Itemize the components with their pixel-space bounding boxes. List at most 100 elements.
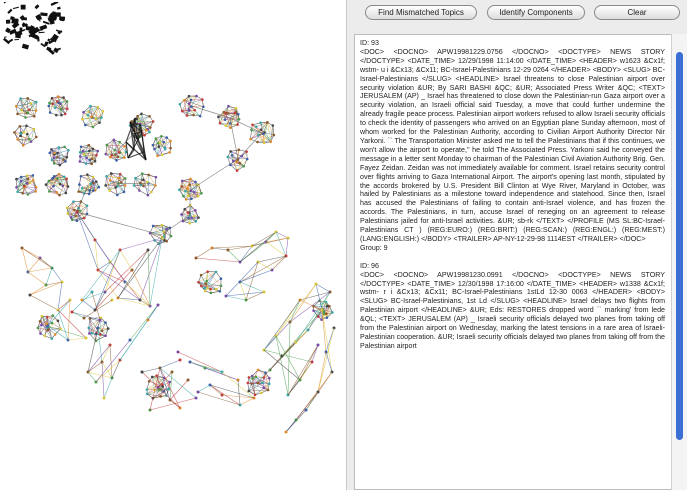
graph-node[interactable] xyxy=(123,144,127,148)
graph-node[interactable] xyxy=(254,375,258,379)
graph-node[interactable] xyxy=(77,190,80,193)
graph-node[interactable] xyxy=(194,220,198,223)
graph-node[interactable] xyxy=(106,327,110,330)
graph-node[interactable] xyxy=(20,108,23,112)
graph-node[interactable] xyxy=(34,100,38,104)
graph-node[interactable] xyxy=(108,189,111,192)
text-scrollbar[interactable] xyxy=(671,34,687,490)
graph-node[interactable] xyxy=(267,382,271,386)
graph-node[interactable] xyxy=(154,184,157,187)
graph-node[interactable] xyxy=(189,98,193,102)
graph-node[interactable] xyxy=(203,286,207,290)
graph-node[interactable] xyxy=(88,149,91,153)
graph-node[interactable] xyxy=(165,136,169,139)
graph-node[interactable] xyxy=(163,147,167,151)
graph-node[interactable] xyxy=(67,148,70,152)
graph-node[interactable] xyxy=(102,396,106,400)
graph-node[interactable] xyxy=(160,153,164,157)
identify-components-button[interactable]: Identify Components xyxy=(487,5,585,20)
graph-node[interactable] xyxy=(249,137,252,141)
graph-node[interactable] xyxy=(104,334,107,338)
graph-node[interactable] xyxy=(19,175,23,179)
graph-node[interactable] xyxy=(123,156,126,159)
graph-node[interactable] xyxy=(56,155,59,159)
graph-node[interactable] xyxy=(219,277,223,281)
graph-node[interactable] xyxy=(51,176,55,180)
graph-node[interactable] xyxy=(148,130,151,134)
graph-node[interactable] xyxy=(155,374,158,377)
graph-node[interactable] xyxy=(72,200,75,204)
graph-node[interactable] xyxy=(79,145,83,149)
graph-node[interactable] xyxy=(180,185,184,188)
graph-node[interactable] xyxy=(26,132,29,136)
graph-node[interactable] xyxy=(16,112,19,116)
graph-node[interactable] xyxy=(59,102,62,105)
graph-node[interactable] xyxy=(118,140,122,144)
topic-graph[interactable] xyxy=(0,0,346,490)
graph-node[interactable] xyxy=(50,337,54,340)
graph-node[interactable] xyxy=(156,154,159,158)
graph-node[interactable] xyxy=(18,124,22,128)
clear-button[interactable]: Clear xyxy=(594,5,680,20)
graph-node[interactable] xyxy=(256,140,259,144)
graph-node[interactable] xyxy=(55,113,58,117)
graph-node[interactable] xyxy=(27,108,31,112)
graph-node[interactable] xyxy=(226,111,229,115)
graph-node[interactable] xyxy=(26,97,30,100)
graph-node[interactable] xyxy=(254,125,258,129)
graph-node[interactable] xyxy=(219,284,223,288)
graph-node[interactable] xyxy=(82,153,86,156)
graph-node[interactable] xyxy=(89,182,92,185)
graph-node[interactable] xyxy=(250,382,253,385)
graph-node[interactable] xyxy=(50,96,54,100)
graph-node[interactable] xyxy=(45,315,49,319)
graph-node[interactable] xyxy=(247,389,251,393)
graph-node[interactable] xyxy=(16,138,19,141)
graph-node[interactable] xyxy=(50,158,54,162)
graph-node[interactable] xyxy=(203,289,207,293)
graph-node[interactable] xyxy=(53,333,57,336)
graph-node[interactable] xyxy=(182,194,185,198)
graph-node[interactable] xyxy=(80,117,84,121)
graph-node[interactable] xyxy=(138,189,141,192)
graph-node[interactable] xyxy=(162,140,166,144)
graph-node[interactable] xyxy=(168,380,172,384)
graph-node[interactable] xyxy=(22,131,26,134)
graph-node[interactable] xyxy=(110,153,114,157)
graph-node[interactable] xyxy=(234,107,238,110)
graph-node[interactable] xyxy=(29,102,33,105)
graph-node[interactable] xyxy=(69,216,73,219)
graph-node[interactable] xyxy=(193,108,197,112)
graph-node[interactable] xyxy=(140,112,143,116)
graph-node[interactable] xyxy=(325,312,328,315)
graph-node[interactable] xyxy=(156,303,160,307)
graph-node[interactable] xyxy=(226,155,230,159)
graph-node[interactable] xyxy=(47,104,51,108)
graph-node[interactable] xyxy=(90,157,94,161)
find-mismatched-topics-button[interactable]: Find Mismatched Topics xyxy=(365,5,477,20)
graph-node[interactable] xyxy=(149,126,152,129)
graph-node[interactable] xyxy=(50,148,53,151)
graph-node[interactable] xyxy=(165,227,169,231)
graph-node[interactable] xyxy=(26,193,30,196)
graph-node[interactable] xyxy=(61,184,64,188)
graph-node[interactable] xyxy=(284,430,288,434)
graph-node[interactable] xyxy=(74,214,78,218)
graph-node[interactable] xyxy=(202,105,205,109)
graph-node[interactable] xyxy=(78,150,82,154)
graph-node[interactable] xyxy=(190,197,193,201)
graph-node[interactable] xyxy=(88,158,92,162)
graph-node[interactable] xyxy=(199,273,203,277)
document-text-area[interactable]: ID: 93 <DOC> <DOCNO> APW19981229.0756 </… xyxy=(354,34,672,490)
graph-node[interactable] xyxy=(167,387,171,391)
graph-node[interactable] xyxy=(200,284,203,288)
graph-node[interactable] xyxy=(233,111,237,115)
graph-node[interactable] xyxy=(19,97,22,100)
graph-node[interactable] xyxy=(117,176,121,180)
graph-node[interactable] xyxy=(96,149,100,153)
graph-node[interactable] xyxy=(160,134,163,138)
graph-node[interactable] xyxy=(43,334,47,338)
graph-node[interactable] xyxy=(89,104,92,108)
graph-node[interactable] xyxy=(180,179,184,183)
graph-node[interactable] xyxy=(153,147,156,151)
